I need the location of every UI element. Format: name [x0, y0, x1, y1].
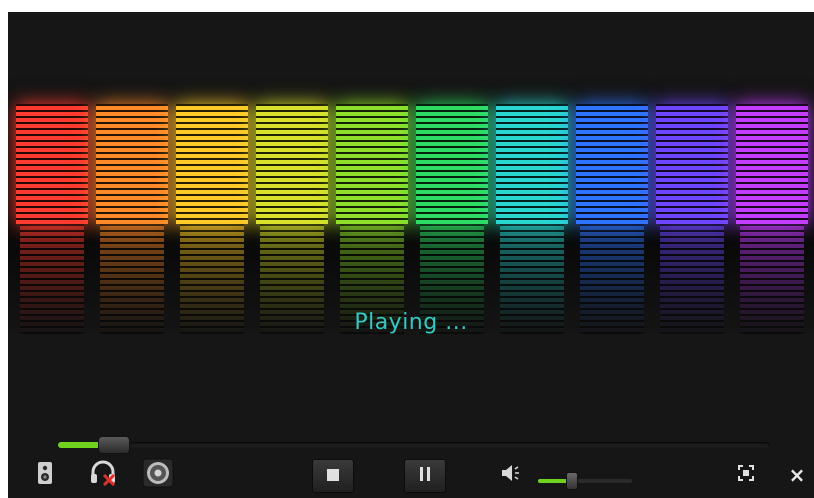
visualizer-band: [96, 72, 168, 334]
visualizer: [8, 72, 814, 334]
visualizer-band-bars: [256, 104, 328, 224]
headphones-button[interactable]: [88, 459, 118, 491]
pause-icon: [417, 466, 433, 486]
volume-handle[interactable]: [566, 472, 578, 490]
fullscreen-icon: [738, 465, 754, 485]
visualizer-band-bars: [336, 104, 408, 224]
media-player: Playing ... ×: [8, 12, 814, 498]
visualizer-band: [16, 72, 88, 334]
seek-handle[interactable]: [98, 436, 130, 454]
visualizer-band-bars: [96, 104, 168, 224]
stop-button[interactable]: [312, 459, 354, 493]
visualizer-band-bars: [576, 104, 648, 224]
visualizer-band-bars: [656, 104, 728, 224]
volume-slider[interactable]: [538, 472, 632, 490]
disc-icon: [142, 458, 174, 492]
volume-button[interactable]: [499, 459, 525, 491]
visualizer-band-bars: [496, 104, 568, 224]
headphones-muted-icon: [89, 460, 117, 490]
visualizer-band: [336, 72, 408, 334]
pause-button[interactable]: [404, 459, 446, 493]
fullscreen-button[interactable]: [734, 459, 758, 491]
effects-button[interactable]: [141, 458, 175, 492]
speaker-icon: [37, 461, 53, 489]
visualizer-band: [176, 72, 248, 334]
visualizer-band: [256, 72, 328, 334]
visualizer-band-bars: [416, 104, 488, 224]
status-text: Playing ...: [354, 310, 468, 335]
volume-icon: [501, 464, 523, 486]
close-button[interactable]: ×: [786, 459, 808, 491]
close-icon: ×: [788, 463, 806, 487]
visualizer-band: [496, 72, 568, 334]
visualizer-band: [736, 72, 808, 334]
visualizer-band: [416, 72, 488, 334]
visualizer-band: [576, 72, 648, 334]
visualizer-band-bars: [16, 104, 88, 224]
speaker-button[interactable]: [34, 459, 56, 491]
visualizer-band-bars: [736, 104, 808, 224]
seek-bar[interactable]: [58, 436, 770, 454]
visualizer-band: [656, 72, 728, 334]
stop-icon: [326, 467, 340, 486]
visualizer-band-bars: [176, 104, 248, 224]
